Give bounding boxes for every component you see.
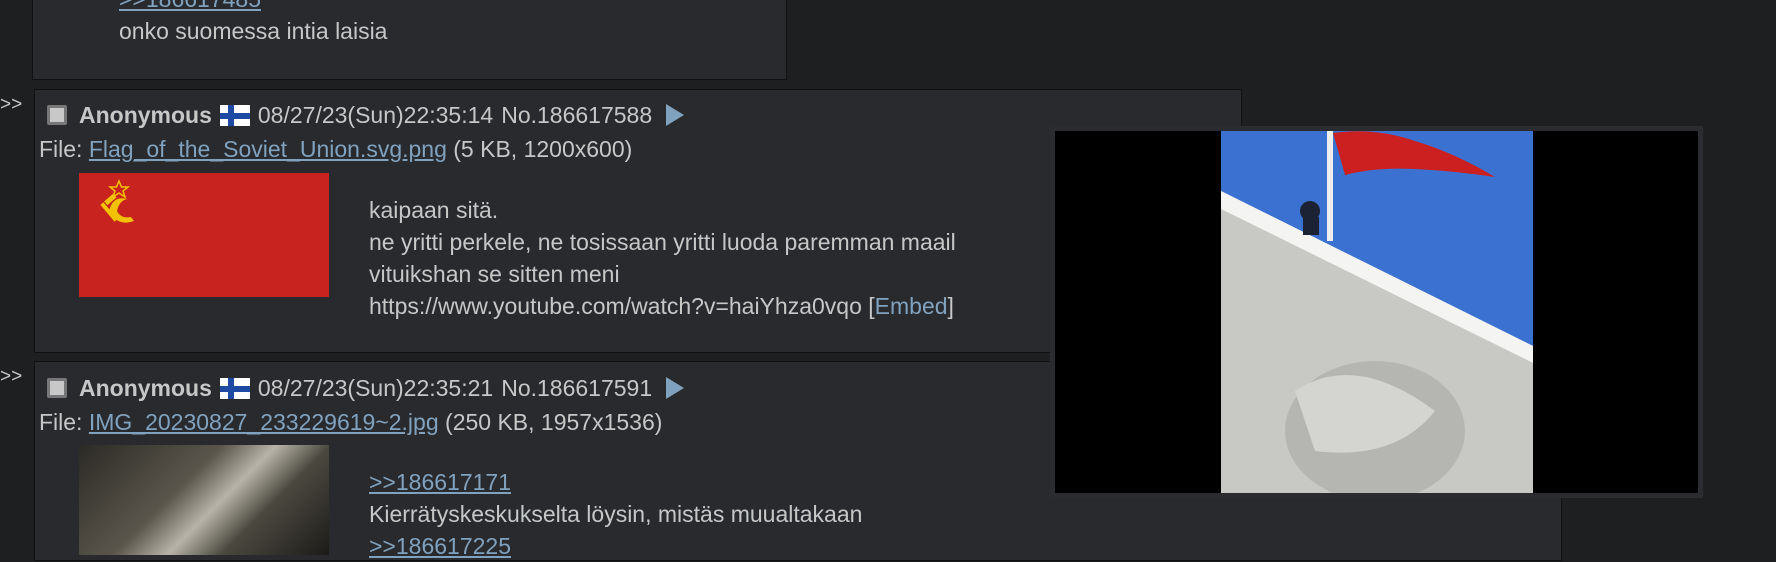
- quote-link[interactable]: >>186617485: [119, 0, 261, 13]
- file-info-line: File: Flag_of_the_Soviet_Union.svg.png (…: [39, 136, 632, 163]
- youtube-url-line: https://www.youtube.com/watch?v=haiYhza0…: [369, 290, 956, 322]
- post-checkbox[interactable]: [47, 378, 67, 398]
- file-label: File:: [39, 136, 83, 162]
- menu-arrow-icon[interactable]: [666, 377, 685, 399]
- quote-link[interactable]: >>186617225: [369, 533, 511, 559]
- hover-image-preview: [1050, 126, 1703, 498]
- post-header: Anonymous 08/27/23(Sun)22:35:21 No.18661…: [47, 372, 685, 404]
- post-datetime: 08/27/23(Sun)22:35:14: [257, 101, 494, 128]
- menu-arrow-icon[interactable]: [666, 104, 685, 126]
- hammer-sickle-star-icon: [100, 179, 134, 223]
- post-datetime: 08/27/23(Sun)22:35:21: [257, 374, 494, 401]
- embed-link[interactable]: Embed: [875, 293, 948, 319]
- thumbnail-photo[interactable]: [79, 445, 329, 555]
- finland-flag-icon: [219, 377, 250, 399]
- poster-name: Anonymous: [79, 101, 212, 128]
- post-line: ne yritti perkele, ne tosissaan yritti l…: [369, 229, 956, 255]
- preview-photo: [1055, 131, 1698, 493]
- youtube-url[interactable]: https://www.youtube.com/watch?v=haiYhza0…: [369, 293, 862, 319]
- file-info-line: File: IMG_20230827_233229619~2.jpg (250 …: [39, 409, 662, 436]
- post-number[interactable]: No.186617588: [501, 102, 652, 129]
- poster-name: Anonymous: [79, 374, 212, 401]
- post-line: kaipaan sitä.: [369, 197, 499, 223]
- side-arrows: >>: [0, 366, 23, 387]
- quote-link[interactable]: >>186617171: [369, 469, 511, 495]
- post-text: onko suomessa intia laisia: [119, 18, 388, 44]
- finland-flag-icon: [219, 104, 250, 126]
- thumbnail-soviet-flag[interactable]: [79, 173, 329, 297]
- file-label: File:: [39, 409, 83, 435]
- post-body: >>186617171 Kierrätyskeskukselta löysin,…: [369, 466, 862, 562]
- file-link[interactable]: IMG_20230827_233229619~2.jpg: [89, 409, 439, 435]
- file-link[interactable]: Flag_of_the_Soviet_Union.svg.png: [89, 136, 447, 162]
- file-details: (5 KB, 1200x600): [453, 136, 633, 162]
- post-checkbox[interactable]: [47, 105, 67, 125]
- side-arrows: >>: [0, 94, 23, 115]
- post-body: kaipaan sitä. ne yritti perkele, ne tosi…: [369, 194, 956, 322]
- file-details: (250 KB, 1957x1536): [445, 409, 663, 435]
- post-line: Kierrätyskeskukselta löysin, mistäs muua…: [369, 501, 863, 527]
- post-header: Anonymous 08/27/23(Sun)22:35:14 No.18661…: [47, 99, 685, 131]
- post-line: vituikshan se sitten meni: [369, 261, 620, 287]
- post-number[interactable]: No.186617591: [501, 375, 652, 402]
- embed-bracket-close: ]: [947, 293, 954, 319]
